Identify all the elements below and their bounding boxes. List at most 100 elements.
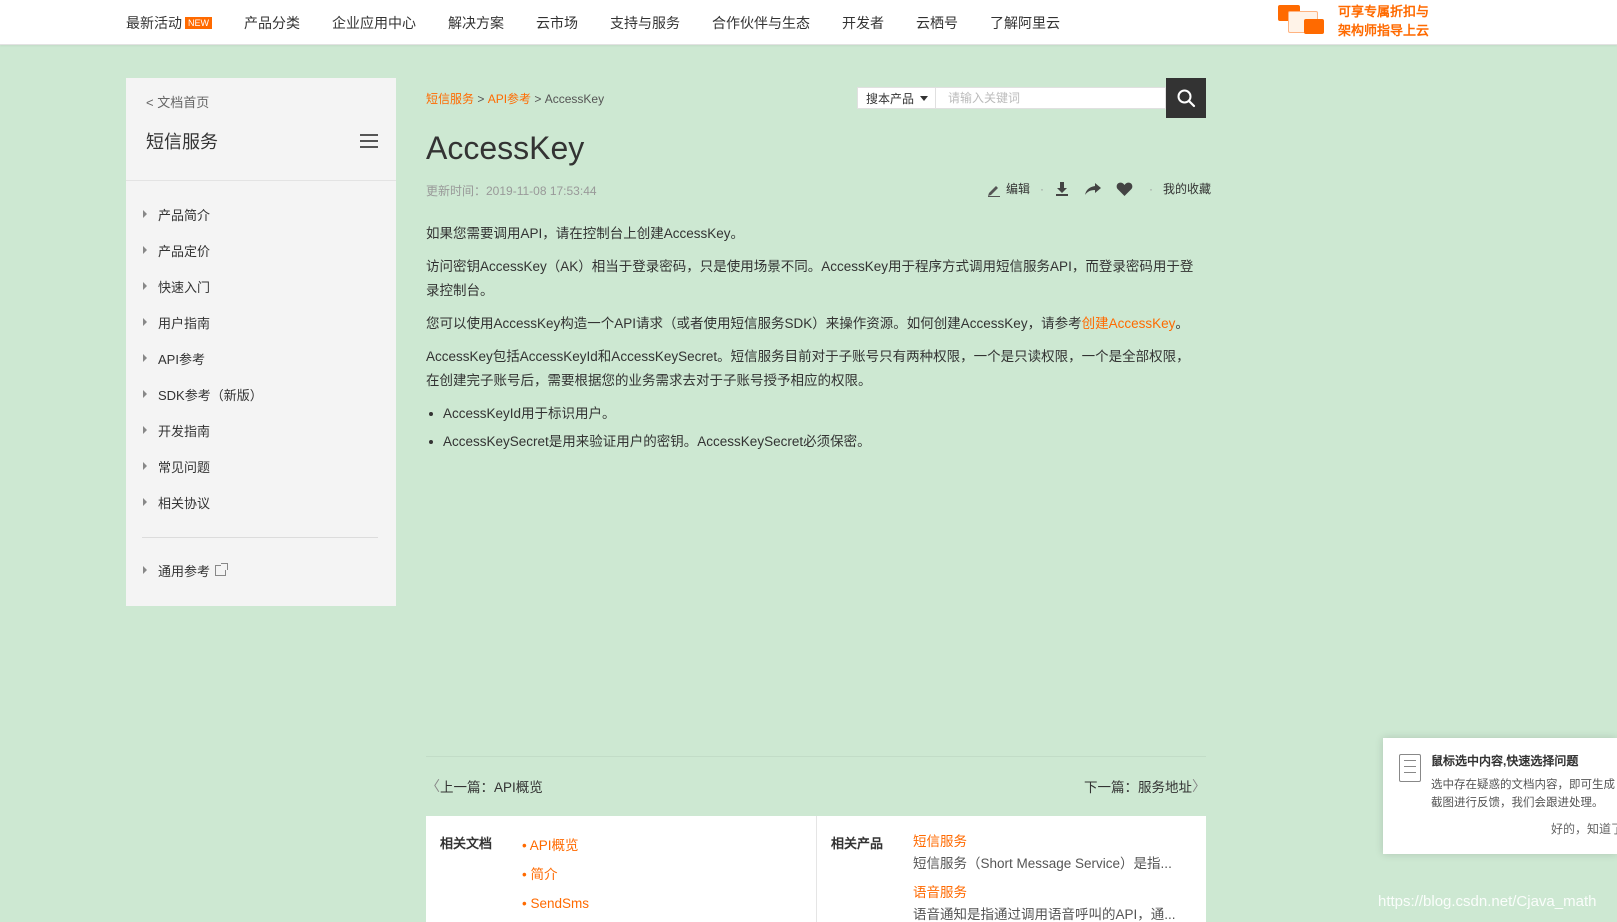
bullet-list: AccessKeyId用于标识用户。 AccessKeySecret是用来验证用…	[426, 402, 1198, 454]
sidebar-item-label: 开发指南	[158, 423, 211, 439]
sidebar-item-label: SDK参考（新版）	[158, 387, 263, 403]
nav-item-support[interactable]: 支持与服务	[610, 13, 680, 33]
chevron-right-icon: 〉	[1192, 778, 1206, 794]
expand-triangle-icon	[143, 354, 147, 362]
breadcrumb-sms[interactable]: 短信服务	[426, 92, 474, 106]
sidebar-item-api-reference[interactable]: API参考	[126, 340, 396, 376]
watermark: https://blog.csdn.net/Cjava_math	[1378, 893, 1597, 910]
sidebar-menu: 产品简介 产品定价 快速入门 用户指南 API参考 SDK参考（新版） 开发指南…	[126, 196, 396, 520]
related-products-header: 相关产品	[831, 836, 884, 851]
feedback-ok-button[interactable]: 好的，知道了	[1551, 820, 1617, 837]
search-input[interactable]	[936, 87, 1166, 109]
chevron-left-icon: 〈	[426, 778, 440, 794]
document-feedback-icon	[1399, 754, 1421, 782]
related-doc-link[interactable]: • 简介	[522, 860, 589, 889]
hamburger-menu-icon[interactable]	[360, 134, 378, 148]
paragraph: AccessKey包括AccessKeyId和AccessKeySecret。短…	[426, 349, 1190, 388]
previous-article-link[interactable]: 〈上一篇：API概览	[426, 776, 543, 796]
previous-article-label: 上一篇：API概览	[440, 780, 543, 795]
nav-item-products[interactable]: 产品分类	[244, 13, 300, 33]
sidebar-item-label: 用户指南	[158, 315, 211, 331]
list-item: AccessKeyId用于标识用户。	[426, 402, 1198, 426]
sidebar-item-general-reference[interactable]: 通用参考	[143, 552, 229, 588]
breadcrumb: 短信服务 > API参考 > AccessKey	[426, 90, 604, 107]
create-accesskey-link[interactable]: 创建AccessKey	[1082, 316, 1176, 331]
sidebar-divider	[142, 537, 378, 538]
sidebar-item-agreements[interactable]: 相关协议	[126, 484, 396, 520]
sidebar-item-label: 相关协议	[158, 495, 211, 511]
related-product-link[interactable]: 语音服务	[913, 882, 1193, 904]
sidebar-item-label: 产品简介	[158, 207, 211, 223]
sidebar-item-pricing[interactable]: 产品定价	[126, 232, 396, 268]
doc-home-link[interactable]: < 文档首页	[146, 92, 209, 111]
related-products: 相关产品 短信服务 短信服务（Short Message Service）是指.…	[816, 816, 1206, 922]
edit-label: 编辑	[1006, 182, 1031, 196]
feedback-line: 选中存在疑惑的文档内容，即可生成	[1431, 779, 1615, 791]
expand-triangle-icon	[143, 426, 147, 434]
breadcrumb-separator: >	[474, 92, 488, 106]
search-scope-label: 搜本产品	[866, 91, 915, 106]
my-favorites-link[interactable]: 我的收藏	[1163, 180, 1211, 197]
sidebar-item-faq[interactable]: 常见问题	[126, 448, 396, 484]
share-button[interactable]	[1084, 181, 1102, 197]
sidebar-divider	[126, 180, 396, 181]
edit-button[interactable]: 编辑	[986, 180, 1030, 197]
favorite-button[interactable]	[1116, 181, 1133, 197]
sidebar-item-dev-guide[interactable]: 开发指南	[126, 412, 396, 448]
related-doc-link[interactable]: • API概览	[522, 831, 589, 860]
paragraph-text: 。	[1175, 316, 1189, 331]
nav-item-marketplace[interactable]: 云市场	[536, 13, 578, 33]
sidebar-item-sdk-reference[interactable]: SDK参考（新版）	[126, 376, 396, 412]
nav-item-yunqi[interactable]: 云栖号	[916, 13, 958, 33]
promo-line-2: 架构师指导上云	[1338, 23, 1430, 38]
chat-bubbles-icon	[1278, 3, 1330, 39]
sidebar-item-label: 快速入门	[158, 279, 211, 295]
page-title: AccessKey	[426, 130, 585, 166]
related-docs: 相关文档 • API概览 • 简介 • SendSms	[426, 816, 816, 922]
related-product-desc: 短信服务（Short Message Service）是指...	[913, 856, 1172, 871]
nav-item-about[interactable]: 了解阿里云	[990, 13, 1060, 33]
feedback-title: 鼠标选中内容,快速选择问题	[1431, 754, 1579, 768]
sidebar-item-label: 通用参考	[158, 563, 211, 579]
nav-item-developers[interactable]: 开发者	[842, 13, 884, 33]
doc-search: 搜本产品	[857, 78, 1206, 118]
search-scope-dropdown[interactable]: 搜本产品	[857, 87, 936, 109]
sidebar-item-product-intro[interactable]: 产品简介	[126, 196, 396, 232]
sidebar-item-label: 产品定价	[158, 243, 211, 259]
related-doc-link[interactable]: • SendSms	[522, 889, 589, 918]
new-badge: NEW	[185, 16, 212, 29]
download-button[interactable]	[1054, 181, 1070, 197]
search-icon	[1177, 89, 1196, 108]
separator-dot: ·	[1149, 181, 1154, 196]
doc-actions: 编辑 · · 我的收藏	[986, 180, 1211, 197]
feedback-tip-popup: 鼠标选中内容,快速选择问题 选中存在疑惑的文档内容，即可生成 截图进行反馈，我们…	[1383, 738, 1617, 854]
sidebar-item-quickstart[interactable]: 快速入门	[126, 268, 396, 304]
share-icon	[1085, 182, 1102, 195]
pager-divider	[426, 756, 1206, 757]
promo-banner[interactable]: 可享专属折扣与 架构师指导上云	[1278, 2, 1429, 40]
doc-sidebar: < 文档首页 短信服务 产品简介 产品定价 快速入门 用户指南 API参考 SD…	[126, 78, 396, 606]
nav-item-enterprise-apps[interactable]: 企业应用中心	[332, 13, 416, 33]
nav-item-label: 最新活动	[126, 14, 182, 31]
nav-item-partners[interactable]: 合作伙伴与生态	[712, 13, 810, 33]
expand-triangle-icon	[143, 246, 147, 254]
article-body: 如果您需要调用API，请在控制台上创建AccessKey。 访问密钥Access…	[426, 222, 1198, 458]
search-button[interactable]	[1166, 78, 1206, 118]
caret-down-icon	[920, 95, 929, 101]
nav-item-latest-activities[interactable]: 最新活动 NEW	[126, 13, 212, 33]
nav-menu: 最新活动 NEW 产品分类 企业应用中心 解决方案 云市场 支持与服务 合作伙伴与…	[126, 0, 1092, 45]
related-products-list: 短信服务 短信服务（Short Message Service）是指... 语音…	[913, 831, 1193, 922]
update-time: 更新时间：2019-11-08 17:53:44	[426, 184, 597, 198]
expand-triangle-icon	[143, 210, 147, 218]
top-navigation-bar: 最新活动 NEW 产品分类 企业应用中心 解决方案 云市场 支持与服务 合作伙伴与…	[0, 0, 1617, 45]
related-product-link[interactable]: 短信服务	[913, 831, 1193, 853]
sidebar-item-user-guide[interactable]: 用户指南	[126, 304, 396, 340]
breadcrumb-api[interactable]: API参考	[488, 92, 531, 106]
nav-item-solutions[interactable]: 解决方案	[448, 13, 504, 33]
download-icon	[1056, 181, 1069, 196]
list-item: AccessKeySecret是用来验证用户的密钥。AccessKeySecre…	[426, 430, 1198, 454]
related-docs-header: 相关文档	[440, 836, 493, 851]
heart-icon	[1116, 182, 1133, 196]
breadcrumb-separator: >	[531, 92, 545, 106]
next-article-link[interactable]: 下一篇：服务地址〉	[1084, 776, 1206, 796]
